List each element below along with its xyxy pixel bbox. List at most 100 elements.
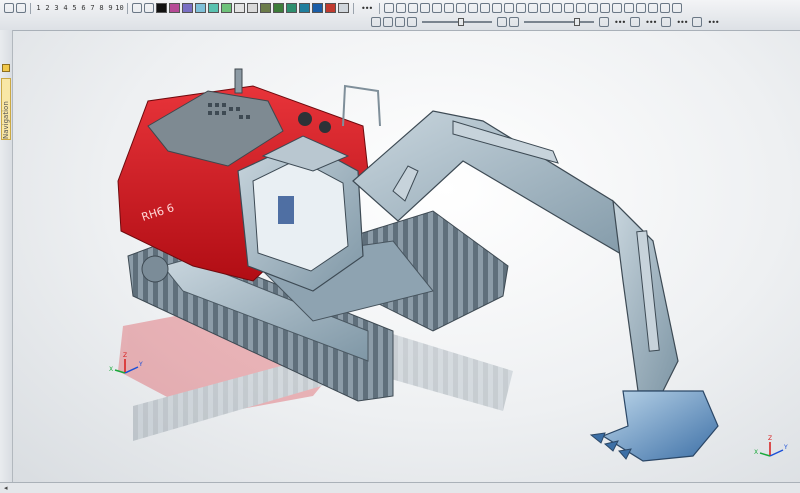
palette-icon[interactable] xyxy=(144,3,154,13)
close-icon[interactable] xyxy=(672,3,683,13)
layer-number-7[interactable]: 7 xyxy=(88,4,97,12)
line-width-slider[interactable] xyxy=(422,17,492,27)
new-file-icon[interactable] xyxy=(16,3,26,13)
toolbar-separator xyxy=(379,2,381,14)
view-icon[interactable] xyxy=(630,17,641,27)
more-options-icon[interactable]: ••• xyxy=(614,18,626,27)
toolbar-separator xyxy=(30,2,31,14)
color-swatch-3[interactable] xyxy=(182,3,193,13)
render-icon[interactable] xyxy=(599,17,609,27)
body-vent-2 xyxy=(319,121,331,133)
color-swatch-14[interactable] xyxy=(325,3,336,13)
axis-triad-right: Z Y X xyxy=(754,435,788,457)
color-swatch-4[interactable] xyxy=(195,3,206,13)
color-swatch-6[interactable] xyxy=(221,3,232,13)
zoom-fit-icon[interactable] xyxy=(504,3,515,13)
toolbar-separator xyxy=(127,2,128,14)
snap-icon[interactable] xyxy=(371,17,381,27)
layer-number-6[interactable]: 6 xyxy=(79,4,88,12)
copy-icon[interactable] xyxy=(456,3,467,13)
redo-icon[interactable] xyxy=(432,3,443,13)
body-vent-1 xyxy=(298,112,312,126)
toolbar-row-1: 1 2 3 4 5 6 7 8 9 10 ••• xyxy=(0,1,800,15)
pan-icon[interactable] xyxy=(516,3,527,13)
palette-icon[interactable] xyxy=(648,3,659,13)
axis-label-y: Y xyxy=(783,444,788,451)
section-icon[interactable] xyxy=(576,3,587,13)
layer-number-10[interactable]: 10 xyxy=(115,4,124,12)
open-icon[interactable] xyxy=(384,3,395,13)
zoom-in-icon[interactable] xyxy=(480,3,491,13)
tool-icon-group xyxy=(383,3,683,13)
light-icon[interactable] xyxy=(692,17,703,27)
grid-icon[interactable] xyxy=(132,3,142,13)
color-swatch-5[interactable] xyxy=(208,3,219,13)
pen-icon[interactable] xyxy=(407,17,417,27)
color-palette xyxy=(155,3,350,13)
lock-icon[interactable] xyxy=(395,17,405,27)
handrail xyxy=(342,84,381,127)
print-icon[interactable] xyxy=(408,3,419,13)
navigation-tab[interactable]: Navigation xyxy=(1,78,11,140)
color-swatch-7[interactable] xyxy=(234,3,245,13)
wireframe-icon[interactable] xyxy=(552,3,563,13)
left-side-panel: Navigation xyxy=(0,30,13,482)
cut-icon[interactable] xyxy=(444,3,455,13)
color-swatch-10[interactable] xyxy=(273,3,284,13)
color-swatch-13[interactable] xyxy=(312,3,323,13)
transparency-slider[interactable] xyxy=(524,17,594,27)
settings-icon[interactable] xyxy=(624,3,635,13)
scroll-left-icon[interactable]: ◂ xyxy=(4,484,8,492)
layer-number-3[interactable]: 3 xyxy=(52,4,61,12)
more-options-icon[interactable]: ••• xyxy=(676,18,688,27)
layer-number-4[interactable]: 4 xyxy=(61,4,70,12)
paste-icon[interactable] xyxy=(468,3,479,13)
color-swatch-11[interactable] xyxy=(286,3,297,13)
layer-icon[interactable] xyxy=(383,17,393,27)
status-bar: ◂ xyxy=(0,482,800,493)
zoom-out-icon[interactable] xyxy=(492,3,503,13)
info-icon[interactable] xyxy=(660,3,671,13)
axis-label-z: Z xyxy=(123,352,127,359)
more-options-icon[interactable]: ••• xyxy=(361,4,373,13)
layer-number-1[interactable]: 1 xyxy=(34,4,43,12)
color-swatch-8[interactable] xyxy=(247,3,258,13)
color-swatch-2[interactable] xyxy=(169,3,180,13)
axis-label-x: X xyxy=(754,449,758,456)
help-icon[interactable] xyxy=(636,3,647,13)
line-style-icon[interactable] xyxy=(497,17,507,27)
properties-icon[interactable] xyxy=(612,3,623,13)
measure-icon[interactable] xyxy=(564,3,575,13)
folder-icon[interactable] xyxy=(2,64,10,72)
more-options-icon[interactable]: ••• xyxy=(707,18,719,27)
axis-label-y: Y xyxy=(138,361,143,368)
color-swatch-9[interactable] xyxy=(260,3,271,13)
undo-icon[interactable] xyxy=(420,3,431,13)
layer-number-9[interactable]: 9 xyxy=(106,4,115,12)
main-toolbar: 1 2 3 4 5 6 7 8 9 10 ••• ••• ••• ••• ••• xyxy=(0,0,800,31)
axis-label-x: X xyxy=(109,366,113,373)
more-options-icon[interactable]: ••• xyxy=(645,18,657,27)
layer-number-5[interactable]: 5 xyxy=(70,4,79,12)
axis-label-z: Z xyxy=(768,435,772,442)
shade-icon[interactable] xyxy=(540,3,551,13)
explode-icon[interactable] xyxy=(588,3,599,13)
3d-viewport[interactable]: RH6 6 Z Y X Z Y X xyxy=(13,31,800,482)
layer-manager-icon[interactable] xyxy=(600,3,611,13)
fill-icon[interactable] xyxy=(509,17,519,27)
select-icon[interactable] xyxy=(4,3,14,13)
color-swatch-15[interactable] xyxy=(338,3,349,13)
layer-number-2[interactable]: 2 xyxy=(43,4,52,12)
exhaust-pipe xyxy=(234,68,243,94)
layer-number-8[interactable]: 8 xyxy=(97,4,106,12)
layer-number-bar: 1 2 3 4 5 6 7 8 9 10 xyxy=(34,4,124,12)
color-swatch-12[interactable] xyxy=(299,3,310,13)
sprocket-wheel xyxy=(141,255,169,283)
save-icon[interactable] xyxy=(396,3,407,13)
camera-icon[interactable] xyxy=(661,17,672,27)
color-swatch-1[interactable] xyxy=(156,3,167,13)
toolbar-row-2: ••• ••• ••• ••• xyxy=(370,15,800,29)
navigation-tab-label: Navigation xyxy=(2,101,10,139)
operator-seat xyxy=(278,196,294,224)
rotate-icon[interactable] xyxy=(528,3,539,13)
